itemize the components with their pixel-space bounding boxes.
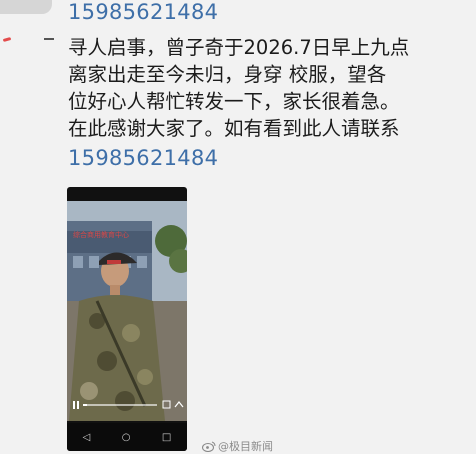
share-icon[interactable] <box>174 401 184 408</box>
video-progress-fill <box>83 404 87 406</box>
message-body: 寻人启事，曾子奇于2026.7日早上九点 离家出走至今未归，身穿 校服，望各 位… <box>68 34 470 142</box>
building-sign: 综合商用教育中心 <box>73 230 129 239</box>
weibo-icon <box>202 441 216 452</box>
message-line: 离家出走至今未归，身穿 校服，望各 <box>68 63 387 86</box>
video-controls[interactable] <box>67 397 187 421</box>
phone-number-top[interactable]: 15985621484 <box>68 0 218 24</box>
avatar[interactable] <box>0 0 52 14</box>
back-icon[interactable]: ◁ <box>83 432 91 443</box>
watermark: @极目新闻 <box>202 438 273 454</box>
recent-apps-icon[interactable]: □ <box>162 432 171 443</box>
fullscreen-icon[interactable] <box>162 400 171 409</box>
watermark-text: @极目新闻 <box>218 440 273 453</box>
pause-icon[interactable] <box>73 401 79 409</box>
message-line: 寻人启事，曾子奇于2026.7日早上九点 <box>68 36 410 59</box>
message-line: 位好心人帮忙转发一下，家长很着急。 <box>68 90 400 113</box>
red-mark <box>2 37 12 42</box>
phone-number-bottom[interactable]: 15985621484 <box>68 146 218 170</box>
video-thumbnail[interactable]: 综合商用教育中心 ◁ ○ □ <box>67 187 187 451</box>
video-progress-track[interactable] <box>83 404 157 406</box>
video-frame: 综合商用教育中心 <box>67 201 187 421</box>
phone-nav-bar: ◁ ○ □ <box>67 423 187 451</box>
home-icon[interactable]: ○ <box>122 432 131 443</box>
sender-dash <box>44 38 54 40</box>
message-line: 在此感谢大家了。如有看到此人请联系 <box>68 117 400 140</box>
